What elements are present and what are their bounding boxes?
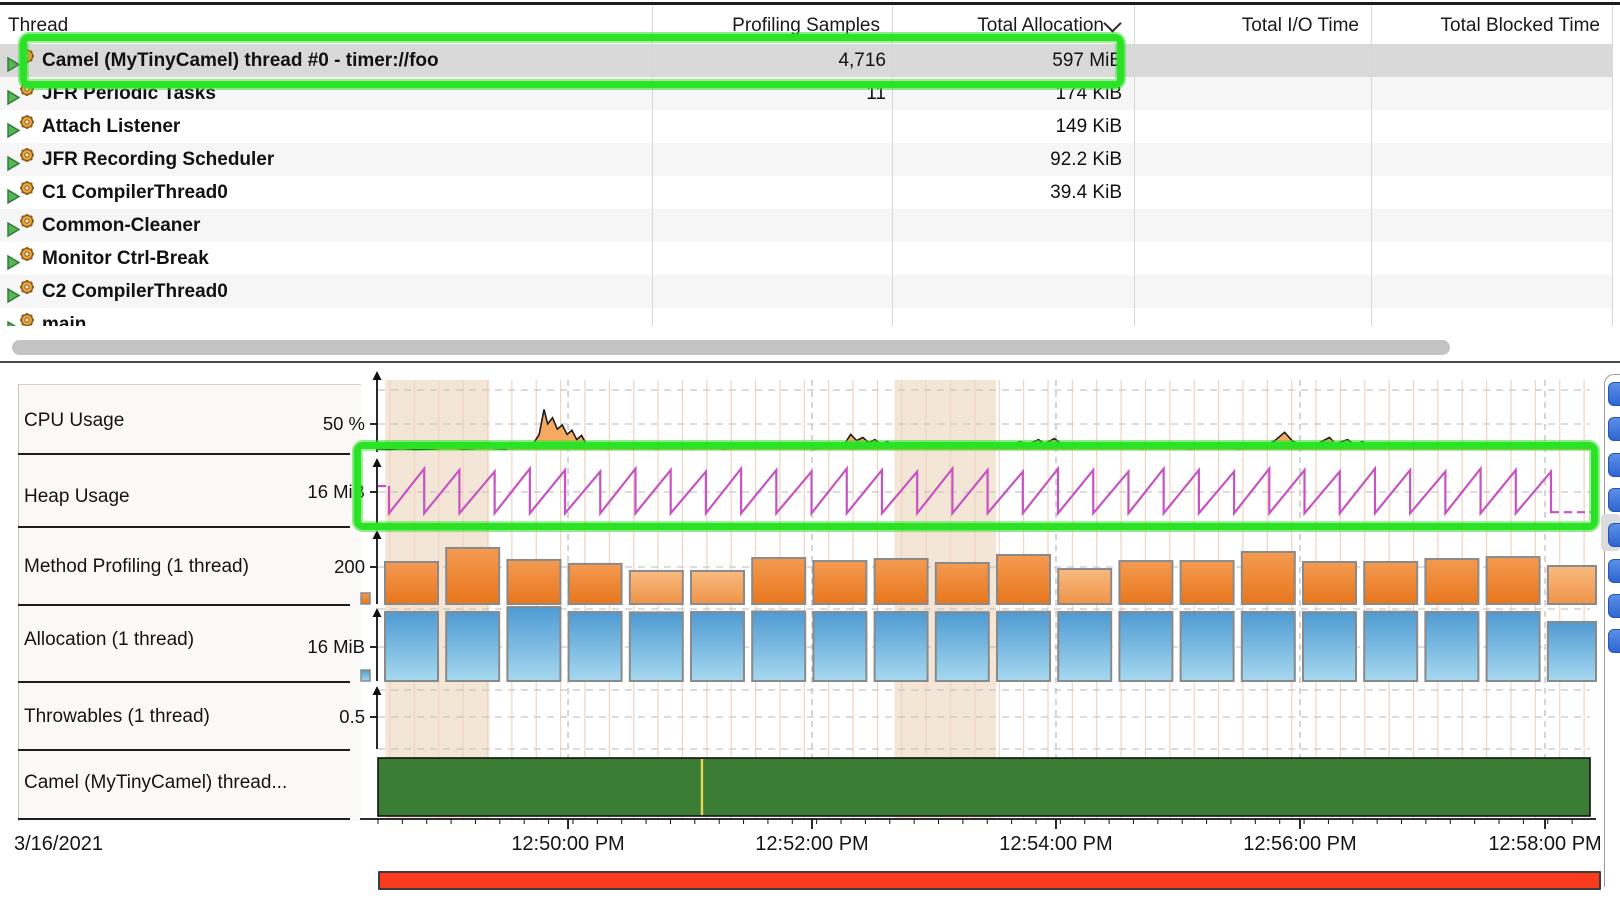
allocation-bar [691,612,744,681]
allocation-bar [1058,612,1111,681]
method-profiling-bar [1303,562,1356,604]
method-profiling-bar [446,548,499,604]
timeline-range-scrollbar[interactable] [378,871,1601,890]
method-profiling-bar [1119,561,1172,604]
time-tick-label: 12:56:00 PM [1190,831,1410,858]
method-profiling-bar [569,564,622,604]
allocation-bar [997,612,1050,681]
method-profiling-bar [813,561,866,604]
allocation-bar-edge-stub [361,670,370,681]
method-profiling-bar [691,571,744,604]
allocation-bar [1119,612,1172,681]
method-profiling-bar [1058,569,1111,604]
allocation-bar [1364,612,1417,681]
date-label: 3/16/2021 [14,831,103,857]
method-profiling-bar [1364,562,1417,604]
allocation-bar [752,612,805,681]
annotation-selected-thread-row [20,34,1124,88]
method-profiling-bar [1548,566,1596,604]
method-profiling-bar [1181,561,1234,604]
method-profiling-bar [1242,552,1295,604]
chart-action-button[interactable] [1608,523,1620,547]
chart-action-button[interactable] [1608,417,1620,441]
allocation-bar [1425,612,1478,681]
allocation-bar [875,612,928,681]
method-profiling-bar [936,563,989,604]
method-profiling-bar [385,562,438,604]
allocation-bar [1242,612,1295,681]
chart-action-button[interactable] [1608,594,1620,618]
method-profiling-bar [630,571,683,604]
thread-lifespan-span [378,758,1590,816]
chart-action-button[interactable] [1608,453,1620,477]
chart-action-button[interactable] [1608,559,1620,583]
method-profiling-bar-edge-stub [361,593,370,604]
method-profiling-bar [1425,559,1478,604]
time-tick-label: 12:50:00 PM [458,831,678,858]
allocation-bar [507,607,560,681]
allocation-bar [630,612,683,681]
time-tick-label: 12:54:00 PM [946,831,1166,858]
allocation-bar [936,612,989,681]
allocation-bar [1548,622,1596,681]
annotation-heap-usage-chart [354,442,1598,530]
time-tick-label: 12:52:00 PM [702,831,922,858]
allocation-bar [1181,612,1234,681]
method-profiling-bar [875,559,928,604]
method-profiling-bar [507,560,560,604]
method-profiling-bar [1487,557,1540,604]
chart-action-button[interactable] [1608,629,1620,653]
allocation-bar [1303,612,1356,681]
time-tick-label: 12:58:00 PM [1435,831,1607,858]
allocation-bar [446,612,499,681]
allocation-bar [385,612,438,681]
method-profiling-bar [997,555,1050,604]
allocation-bar [813,612,866,681]
allocation-bar [569,612,622,681]
chart-action-button[interactable] [1608,382,1620,406]
y-axis-arrow [373,530,382,539]
method-profiling-bar [752,558,805,604]
time-axis-labels: 12:50:00 PM 12:52:00 PM 12:54:00 PM 12:56:0… [360,831,1607,858]
allocation-bar [1487,612,1540,681]
chart-action-button[interactable] [1608,488,1620,512]
thread-profiler-window: ThreadProfiling SamplesTotal AllocationT… [0,0,1620,904]
y-axis-arrow [373,371,382,380]
